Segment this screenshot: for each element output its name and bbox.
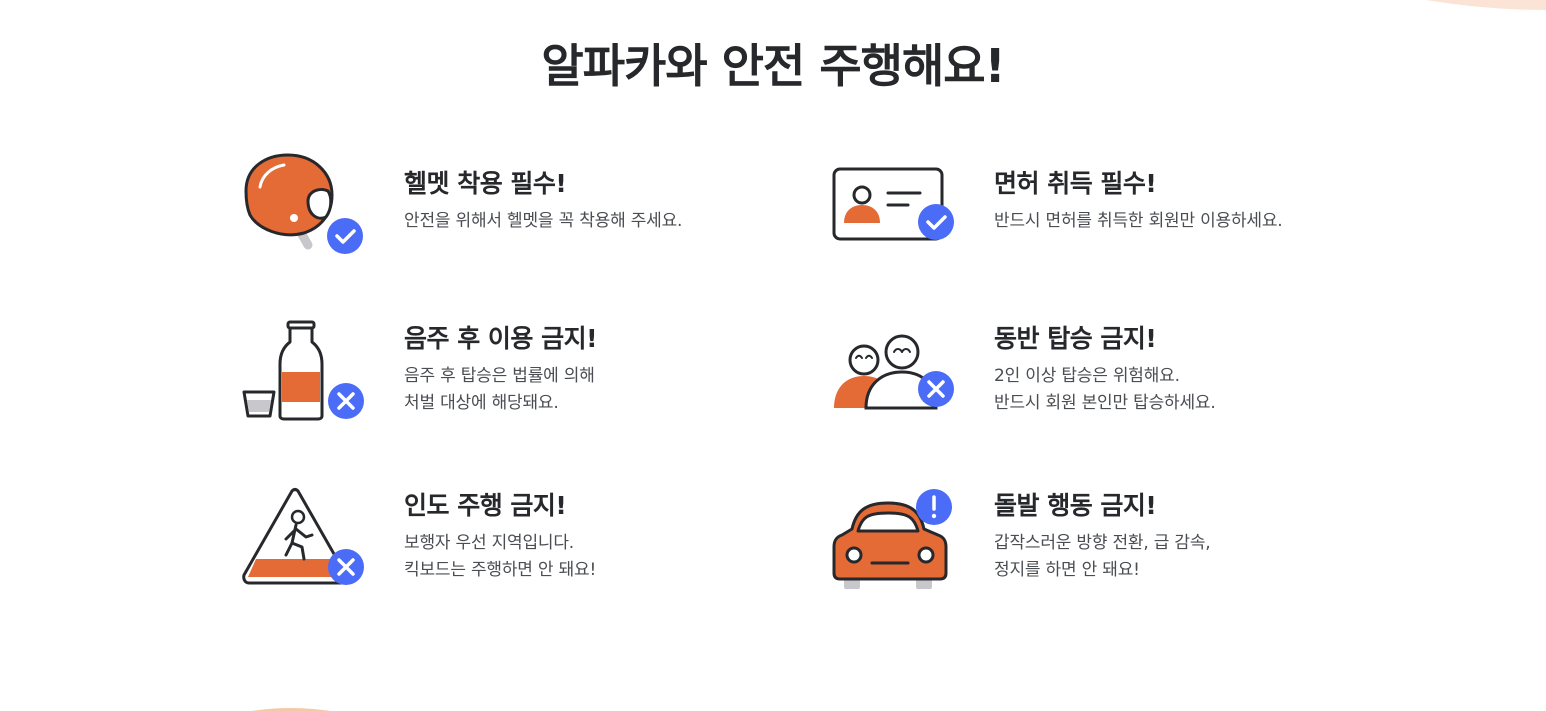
rule-description-line: 반드시 면허를 취득한 회원만 이용하세요. <box>994 211 1283 231</box>
rule-description-line: 반드시 회원 본인만 탑승하세요. <box>994 393 1216 413</box>
rule-alcohol: 음주 후 이용 금지! 음주 후 탑승은 법률에 의해 처벌 대상에 해당돼요. <box>242 308 802 448</box>
rule-description-line: 2인 이상 탑승은 위험해요. <box>994 366 1180 386</box>
rule-license: 면허 취득 필수! 반드시 면허를 취득한 회원만 이용하세요. <box>832 153 1392 293</box>
rule-description-line: 정지를 하면 안 돼요! <box>994 560 1140 580</box>
rule-description: 안전을 위해서 헬멧을 꼭 착용해 주세요. <box>404 208 824 235</box>
rule-two-riders: 동반 탑승 금지! 2인 이상 탑승은 위험해요. 반드시 회원 본인만 탑승하… <box>832 308 1392 448</box>
car-warning-icon <box>832 475 962 589</box>
rule-sidewalk: 인도 주행 금지! 보행자 우선 지역입니다. 킥보드는 주행하면 안 돼요! <box>242 475 802 615</box>
rule-title: 면허 취득 필수! <box>994 169 1157 198</box>
two-riders-forbidden-icon <box>832 308 962 418</box>
rule-title: 동반 탑승 금지! <box>994 324 1157 353</box>
corner-decoration <box>1426 0 1546 10</box>
rule-description-line: 처벌 대상에 해당돼요. <box>404 393 559 413</box>
rule-description: 갑작스러운 방향 전환, 급 감속, 정지를 하면 안 돼요! <box>994 530 1414 584</box>
alcohol-forbidden-icon <box>242 308 372 421</box>
rule-title: 음주 후 이용 금지! <box>404 324 598 353</box>
rule-description: 음주 후 탑승은 법률에 의해 처벌 대상에 해당돼요. <box>404 363 824 417</box>
rule-description-line: 갑작스러운 방향 전환, 급 감속, <box>994 533 1211 553</box>
rule-description: 2인 이상 탑승은 위험해요. 반드시 회원 본인만 탑승하세요. <box>994 363 1414 417</box>
rule-description-line: 킥보드는 주행하면 안 돼요! <box>404 560 597 580</box>
rule-sudden-action: 돌발 행동 금지! 갑작스러운 방향 전환, 급 감속, 정지를 하면 안 돼요… <box>832 475 1392 615</box>
rule-title: 돌발 행동 금지! <box>994 491 1157 520</box>
rule-description-line: 안전을 위해서 헬멧을 꼭 착용해 주세요. <box>404 211 683 231</box>
rule-helmet: 헬멧 착용 필수! 안전을 위해서 헬멧을 꼭 착용해 주세요. <box>242 153 802 293</box>
rule-description-line: 음주 후 탑승은 법률에 의해 <box>404 366 595 386</box>
rule-title: 인도 주행 금지! <box>404 491 567 520</box>
page-title: 알파카와 안전 주행해요! <box>541 39 1005 93</box>
rule-description: 반드시 면허를 취득한 회원만 이용하세요. <box>994 208 1414 235</box>
rule-description-line: 보행자 우선 지역입니다. <box>404 533 575 553</box>
sidewalk-forbidden-icon <box>242 475 372 585</box>
rule-description: 보행자 우선 지역입니다. 킥보드는 주행하면 안 돼요! <box>404 530 824 584</box>
rule-title: 헬멧 착용 필수! <box>404 169 567 198</box>
license-check-icon <box>832 153 962 263</box>
helmet-check-icon <box>242 153 372 263</box>
bottom-decoration <box>252 708 330 711</box>
